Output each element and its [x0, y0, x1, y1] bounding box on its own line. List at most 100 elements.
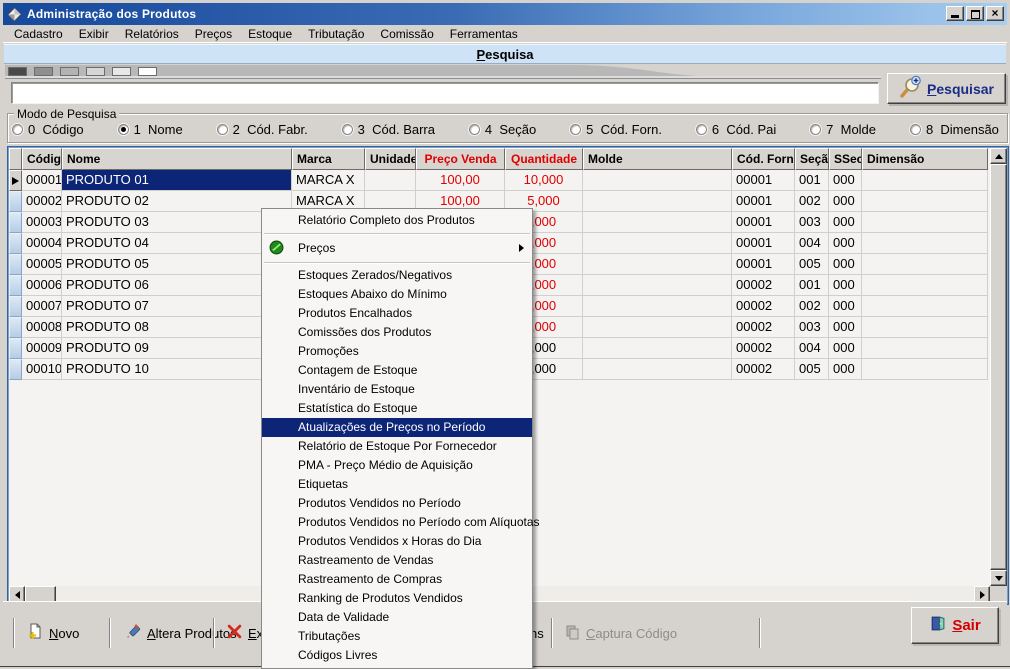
search-mode-option-3-cod-barra[interactable]: 3 Cód. Barra [341, 122, 435, 137]
grid-cell-unidade[interactable] [365, 170, 416, 191]
vertical-scroll-thumb[interactable] [990, 164, 1007, 570]
menu-item-comissao[interactable]: Comissão [372, 26, 441, 42]
context-menu-item-contagem-de-estoque[interactable]: Contagem de Estoque [262, 361, 532, 380]
grid-cell-molde[interactable] [583, 254, 732, 275]
grid-cell-nome[interactable]: PRODUTO 09 [62, 338, 292, 359]
search-mode-option-1-nome[interactable]: 1 Nome [117, 122, 183, 137]
search-mode-option-4-secao[interactable]: 4 Seção [468, 122, 536, 137]
grid-cell-cod_forn[interactable]: 00002 [732, 338, 795, 359]
grid-cell-codigo[interactable]: 00010 [22, 359, 62, 380]
grid-cell-cod_forn[interactable]: 00002 [732, 359, 795, 380]
grid-cell-ssec[interactable]: 000 [829, 233, 862, 254]
grid-cell-codigo[interactable]: 00005 [22, 254, 62, 275]
grid-cell-ssec[interactable]: 000 [829, 170, 862, 191]
grid-cell-codigo[interactable]: 00008 [22, 317, 62, 338]
grid-cell-secao[interactable]: 002 [795, 296, 829, 317]
context-menu-item-pma-preco-medio-de-aquisicao[interactable]: PMA - Preço Médio de Aquisição [262, 456, 532, 475]
grid-cell-dimensao[interactable] [862, 317, 988, 338]
scroll-up-button[interactable] [990, 148, 1007, 164]
grid-cell-molde[interactable] [583, 296, 732, 317]
search-mode-option-5-cod-forn[interactable]: 5 Cód. Forn. [570, 122, 662, 137]
grid-cell-ssec[interactable]: 000 [829, 338, 862, 359]
table-row[interactable]: 00001 PRODUTO 01 MARCA X 100,00 10,000 00001 0… [9, 170, 990, 191]
grid-cell-dimensao[interactable] [862, 275, 988, 296]
context-menu-item-precos[interactable]: Preços [262, 237, 532, 259]
grid-cell-dimensao[interactable] [862, 359, 988, 380]
grid-cell-secao[interactable]: 003 [795, 212, 829, 233]
grid-cell-codigo[interactable]: 00003 [22, 212, 62, 233]
grid-cell-secao[interactable]: 005 [795, 359, 829, 380]
grid-cell-cod_forn[interactable]: 00002 [732, 296, 795, 317]
context-menu-item-codigos-livres[interactable]: Códigos Livres [262, 646, 532, 665]
minimize-button[interactable] [946, 6, 964, 21]
grid-cell-ssec[interactable]: 000 [829, 317, 862, 338]
grid-cell-ssec[interactable]: 000 [829, 191, 862, 212]
grid-cell-secao[interactable]: 001 [795, 170, 829, 191]
context-menu-item-produtos-vendidos-x-horas-do-dia[interactable]: Produtos Vendidos x Horas do Dia [262, 532, 532, 551]
grid-cell-molde[interactable] [583, 191, 732, 212]
grid-cell-dimensao[interactable] [862, 212, 988, 233]
grid-cell-secao[interactable]: 005 [795, 254, 829, 275]
grid-cell-marca[interactable]: MARCA X [292, 170, 365, 191]
novo-button[interactable]: Novo [21, 618, 85, 648]
grid-cell-molde[interactable] [583, 212, 732, 233]
grid-cell-preco_venda[interactable]: 100,00 [416, 170, 505, 191]
grid-cell-secao[interactable]: 004 [795, 338, 829, 359]
context-menu-item-comissoes-dos-produtos[interactable]: Comissões dos Produtos [262, 323, 532, 342]
pesquisar-button[interactable]: Pesquisar [887, 73, 1006, 104]
context-menu-item-ranking-de-produtos-vendidos[interactable]: Ranking de Produtos Vendidos [262, 589, 532, 608]
grid-cell-nome[interactable]: PRODUTO 10 [62, 359, 292, 380]
grid-cell-ssec[interactable]: 000 [829, 254, 862, 275]
menu-item-exibir[interactable]: Exibir [71, 26, 117, 42]
menu-item-cadastro[interactable]: Cadastro [6, 26, 71, 42]
context-menu-item-data-de-validade[interactable]: Data de Validade [262, 608, 532, 627]
grid-cell-nome[interactable]: PRODUTO 04 [62, 233, 292, 254]
menu-item-tributacao[interactable]: Tributação [300, 26, 372, 42]
grid-cell-codigo[interactable]: 00002 [22, 191, 62, 212]
menu-item-ferramentas[interactable]: Ferramentas [442, 26, 526, 42]
search-mode-option-7-molde[interactable]: 7 Molde [810, 122, 876, 137]
grid-cell-quantidade[interactable]: 10,000 [505, 170, 583, 191]
menu-item-relatorios[interactable]: Relatórios [117, 26, 187, 42]
grid-cell-cod_forn[interactable]: 00001 [732, 254, 795, 275]
grid-cell-nome[interactable]: PRODUTO 02 [62, 191, 292, 212]
menu-item-estoque[interactable]: Estoque [240, 26, 300, 42]
grid-cell-dimensao[interactable] [862, 170, 988, 191]
context-menu-item-produtos-vendidos-no-periodo-com-aliquotas[interactable]: Produtos Vendidos no Período com Alíquot… [262, 513, 540, 532]
grid-cell-dimensao[interactable] [862, 233, 988, 254]
grid-cell-nome[interactable]: PRODUTO 07 [62, 296, 292, 317]
scroll-down-button[interactable] [990, 570, 1007, 586]
context-menu-item-produtos-vendidos-no-periodo[interactable]: Produtos Vendidos no Período [262, 494, 532, 513]
context-menu-item-promocoes[interactable]: Promoções [262, 342, 532, 361]
context-menu-item-inventario-de-estoque[interactable]: Inventário de Estoque [262, 380, 532, 399]
grid-cell-secao[interactable]: 004 [795, 233, 829, 254]
grid-cell-ssec[interactable]: 000 [829, 275, 862, 296]
context-menu-item-atualizacoes-de-precos-no-periodo[interactable]: Atualizações de Preços no Período [262, 418, 532, 437]
grid-cell-secao[interactable]: 002 [795, 191, 829, 212]
grid-cell-molde[interactable] [583, 338, 732, 359]
grid-cell-nome[interactable]: PRODUTO 06 [62, 275, 292, 296]
grid-cell-cod_forn[interactable]: 00001 [732, 212, 795, 233]
grid-cell-dimensao[interactable] [862, 338, 988, 359]
vertical-scrollbar[interactable] [990, 148, 1007, 586]
grid-cell-codigo[interactable]: 00007 [22, 296, 62, 317]
grid-cell-molde[interactable] [583, 170, 732, 191]
grid-cell-nome[interactable]: PRODUTO 05 [62, 254, 292, 275]
grid-cell-molde[interactable] [583, 359, 732, 380]
sair-button[interactable]: Sair [911, 607, 999, 644]
grid-cell-nome[interactable]: PRODUTO 08 [62, 317, 292, 338]
captura-codigo-button[interactable]: Captura Código [559, 618, 683, 648]
grid-cell-codigo[interactable]: 00009 [22, 338, 62, 359]
grid-cell-codigo[interactable]: 00001 [22, 170, 62, 191]
grid-cell-dimensao[interactable] [862, 254, 988, 275]
grid-cell-codigo[interactable]: 00006 [22, 275, 62, 296]
search-mode-option-6-cod-pai[interactable]: 6 Cód. Pai [695, 122, 776, 137]
context-menu-item-estoques-abaixo-do-minimo[interactable]: Estoques Abaixo do Mínimo [262, 285, 532, 304]
context-menu-item-tributacoes[interactable]: Tributações [262, 627, 532, 646]
context-menu-item-etiquetas[interactable]: Etiquetas [262, 475, 532, 494]
grid-cell-cod_forn[interactable]: 00001 [732, 191, 795, 212]
grid-cell-ssec[interactable]: 000 [829, 296, 862, 317]
maximize-button[interactable] [966, 6, 984, 21]
grid-cell-secao[interactable]: 003 [795, 317, 829, 338]
grid-cell-cod_forn[interactable]: 00002 [732, 275, 795, 296]
